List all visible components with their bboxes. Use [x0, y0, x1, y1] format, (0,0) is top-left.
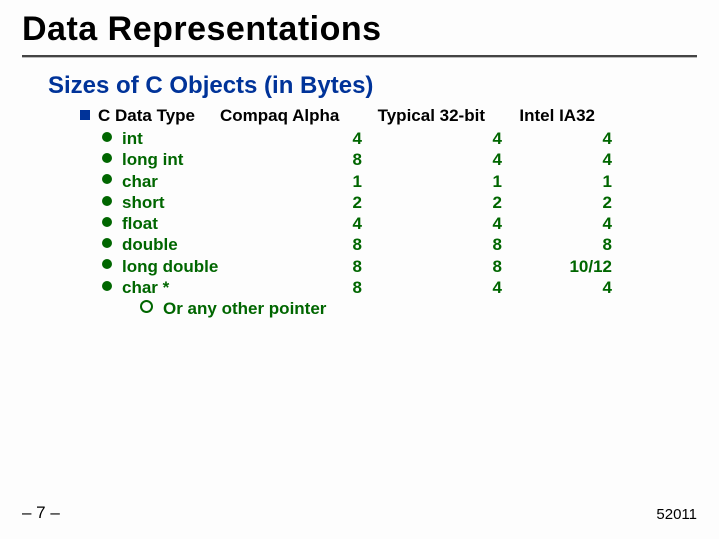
round-bullet-icon — [102, 238, 112, 248]
cell-alpha: 2 — [262, 192, 362, 213]
title-wrap: Data Representations — [0, 0, 719, 51]
cell-ia32: 4 — [502, 149, 612, 170]
cell-ia32: 8 — [502, 234, 612, 255]
cell-ia32: 4 — [502, 128, 612, 149]
slide-title: Data Representations — [22, 10, 697, 49]
cell-alpha: 4 — [262, 213, 362, 234]
slide-subtitle: Sizes of C Objects (in Bytes) — [0, 58, 719, 106]
header-compaq-alpha: Compaq Alpha — [220, 106, 343, 126]
table-row: int444 — [80, 128, 719, 149]
cell-typ32: 8 — [362, 234, 502, 255]
cell-typ32: 1 — [362, 171, 502, 192]
slide: Data Representations Sizes of C Objects … — [0, 0, 719, 539]
table-row: char *844 — [80, 277, 719, 298]
table-header-row: C Data TypeCompaq AlphaTypical 32-bitInt… — [80, 106, 719, 126]
round-bullet-icon — [102, 196, 112, 206]
cell-alpha: 8 — [262, 234, 362, 255]
sub-note-text: Or any other pointer — [163, 299, 326, 318]
sub-note-row: Or any other pointer — [140, 298, 719, 321]
cell-alpha: 8 — [262, 277, 362, 298]
circle-bullet-icon — [140, 300, 153, 313]
cell-ia32: 10/12 — [502, 256, 612, 277]
footer-page-number: – 7 – — [22, 503, 60, 523]
cell-type: long double — [122, 256, 262, 277]
cell-ia32: 4 — [502, 213, 612, 234]
round-bullet-icon — [102, 281, 112, 291]
footer-course-number: 52011 — [656, 506, 697, 523]
round-bullet-icon — [102, 259, 112, 269]
cell-alpha: 8 — [262, 256, 362, 277]
cell-type: char * — [122, 277, 262, 298]
cell-ia32: 1 — [502, 171, 612, 192]
round-bullet-icon — [102, 153, 112, 163]
content-area: C Data TypeCompaq AlphaTypical 32-bitInt… — [0, 106, 719, 321]
cell-type: int — [122, 128, 262, 149]
cell-type: float — [122, 213, 262, 234]
cell-typ32: 4 — [362, 149, 502, 170]
cell-alpha: 8 — [262, 149, 362, 170]
cell-typ32: 8 — [362, 256, 502, 277]
header-c-data-type: C Data Type — [98, 106, 220, 126]
table-row: long int844 — [80, 149, 719, 170]
square-bullet-icon — [80, 110, 90, 120]
cell-typ32: 4 — [362, 128, 502, 149]
cell-alpha: 4 — [262, 128, 362, 149]
table-row: float444 — [80, 213, 719, 234]
header-typical-32bit: Typical 32-bit — [343, 106, 485, 126]
cell-ia32: 4 — [502, 277, 612, 298]
table-row: long double8810/12 — [80, 256, 719, 277]
round-bullet-icon — [102, 217, 112, 227]
table-row: short222 — [80, 192, 719, 213]
cell-ia32: 2 — [502, 192, 612, 213]
cell-typ32: 4 — [362, 213, 502, 234]
cell-type: char — [122, 171, 262, 192]
header-intel-ia32: Intel IA32 — [485, 106, 595, 126]
cell-type: long int — [122, 149, 262, 170]
cell-alpha: 1 — [262, 171, 362, 192]
table-row: char111 — [80, 171, 719, 192]
round-bullet-icon — [102, 132, 112, 142]
table-row: double888 — [80, 234, 719, 255]
cell-type: short — [122, 192, 262, 213]
cell-typ32: 4 — [362, 277, 502, 298]
cell-type: double — [122, 234, 262, 255]
round-bullet-icon — [102, 174, 112, 184]
cell-typ32: 2 — [362, 192, 502, 213]
